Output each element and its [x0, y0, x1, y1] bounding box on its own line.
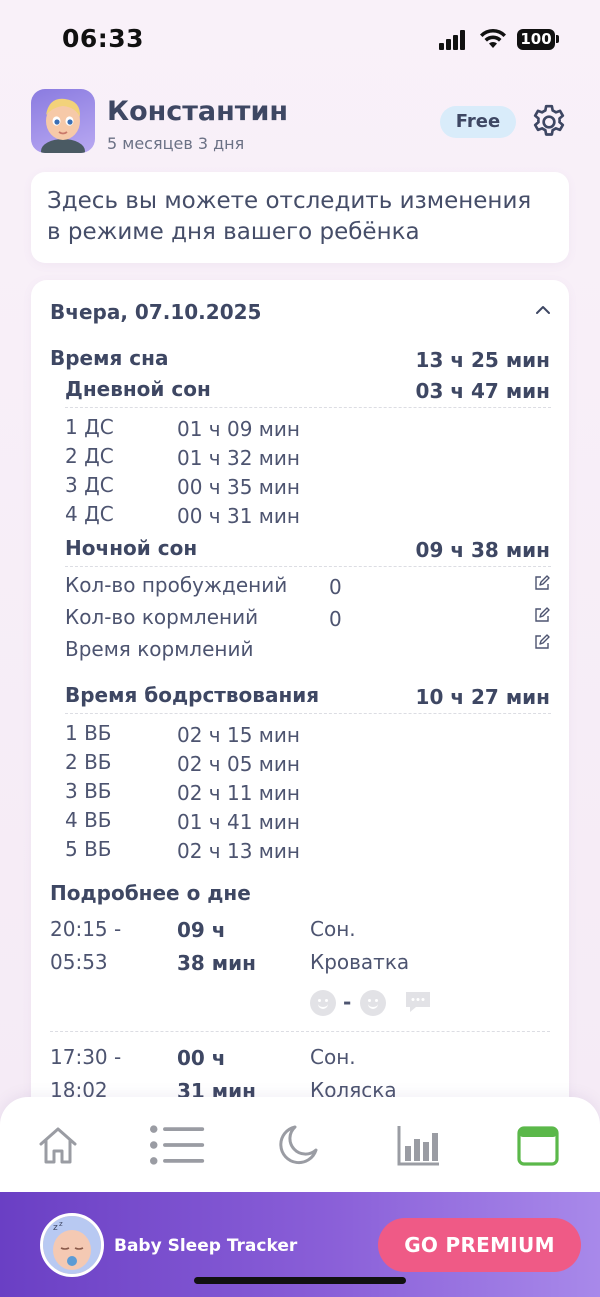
entry-type: Сон. — [310, 1045, 356, 1069]
bottom-navigation — [0, 1097, 600, 1207]
wake-item-name: 5 ВБ — [65, 837, 112, 861]
wake-item-duration: 02 ч 05 мин — [177, 752, 300, 776]
wake-item-duration: 02 ч 11 мин — [177, 781, 300, 805]
svg-text:z: z — [53, 1223, 58, 1233]
nav-stats[interactable] — [390, 1117, 446, 1173]
nav-sleep[interactable] — [270, 1117, 326, 1173]
info-card: Здесь вы можете отследить изменения в ре… — [31, 172, 569, 263]
premium-banner: z z Baby Sleep Tracker GO PREMIUM — [0, 1192, 600, 1297]
mood-separator: - — [343, 990, 352, 1014]
day-sleep-item-duration: 01 ч 32 мин — [177, 446, 300, 470]
battery-indicator: 100 — [517, 29, 555, 50]
info-text-line1: Здесь вы можете отследить изменения — [47, 188, 532, 214]
day-sleep-value: 03 ч 47 мин — [415, 379, 550, 403]
nav-calendar[interactable] — [510, 1117, 566, 1173]
mood-before-icon[interactable] — [310, 990, 336, 1016]
wake-item-name: 1 ВБ — [65, 721, 112, 745]
mood-after-icon[interactable] — [360, 990, 386, 1016]
svg-text:z: z — [59, 1220, 63, 1228]
night-sleep-label: Ночной сон — [65, 536, 198, 560]
child-age: 5 месяцев 3 дня — [107, 134, 245, 153]
wifi-icon — [480, 28, 506, 48]
wakeups-label: Кол-во пробуждений — [65, 573, 288, 597]
nav-home[interactable] — [30, 1117, 86, 1173]
wake-item-name: 2 ВБ — [65, 750, 112, 774]
entry-duration-hours: 09 ч — [177, 918, 226, 942]
chevron-up-icon[interactable] — [531, 298, 555, 322]
day-sleep-label: Дневной сон — [65, 377, 211, 401]
moon-icon — [279, 1125, 318, 1165]
day-sleep-item-name: 4 ДС — [65, 502, 114, 526]
app-logo: z z — [40, 1213, 104, 1277]
edit-icon[interactable] — [533, 606, 551, 624]
wake-time-value: 10 ч 27 мин — [415, 685, 550, 709]
entry-duration-minutes: 38 мин — [177, 951, 256, 975]
sleeping-baby-icon: z z — [43, 1216, 101, 1274]
stats-icon — [397, 1126, 439, 1166]
day-date-title[interactable]: Вчера, 07.10.2025 — [50, 300, 261, 324]
go-premium-button[interactable]: GO PREMIUM — [378, 1218, 581, 1272]
divider — [65, 566, 551, 567]
entry-type: Сон. — [310, 917, 356, 941]
day-summary-card: Вчера, 07.10.2025 Время сна 13 ч 25 мин … — [31, 280, 569, 1140]
plan-badge[interactable]: Free — [440, 106, 516, 138]
child-avatar-image — [41, 98, 85, 153]
wake-item-duration: 01 ч 41 мин — [177, 810, 300, 834]
calendar-icon — [517, 1126, 559, 1166]
sleep-time-label: Время сна — [50, 346, 169, 370]
premium-app-name: Baby Sleep Tracker — [114, 1236, 298, 1256]
wakeups-value: 0 — [329, 575, 342, 599]
child-avatar[interactable] — [31, 89, 95, 153]
entry-end-time: 05:53 — [50, 950, 108, 974]
day-sleep-item-duration: 01 ч 09 мин — [177, 417, 300, 441]
cellular-signal-icon — [439, 30, 467, 50]
night-sleep-value: 09 ч 38 мин — [415, 538, 550, 562]
list-icon — [150, 1125, 205, 1165]
comment-icon[interactable] — [404, 990, 432, 1014]
home-indicator[interactable] — [194, 1277, 406, 1284]
feedings-label: Кол-во кормлений — [65, 605, 259, 629]
gear-icon — [533, 104, 565, 136]
info-text-line2: в режиме дня вашего ребёнка — [47, 219, 420, 245]
day-sleep-item-duration: 00 ч 31 мин — [177, 504, 300, 528]
entry-place: Кроватка — [310, 950, 410, 974]
sleep-time-value: 13 ч 25 мин — [415, 348, 550, 372]
entry-duration-hours: 00 ч — [177, 1046, 226, 1070]
day-sleep-item-name: 3 ДС — [65, 473, 114, 497]
wake-item-name: 4 ВБ — [65, 808, 112, 832]
entry-start-time: 17:30 - — [50, 1045, 122, 1069]
day-sleep-item-duration: 00 ч 35 мин — [177, 475, 300, 499]
feedings-value: 0 — [329, 607, 342, 631]
day-sleep-item-name: 2 ДС — [65, 444, 114, 468]
divider — [65, 713, 551, 714]
wake-item-duration: 02 ч 13 мин — [177, 839, 300, 863]
day-sleep-item-name: 1 ДС — [65, 415, 114, 439]
feeding-time-label: Время кормлений — [65, 637, 254, 661]
settings-button[interactable] — [527, 100, 571, 144]
divider — [65, 407, 551, 408]
child-name[interactable]: Константин — [107, 96, 288, 127]
nav-list[interactable] — [150, 1117, 206, 1173]
home-icon — [39, 1127, 77, 1164]
edit-icon[interactable] — [533, 633, 551, 651]
entry-start-time: 20:15 - — [50, 917, 122, 941]
wake-time-label: Время бодрствования — [65, 683, 320, 707]
wake-item-duration: 02 ч 15 мин — [177, 723, 300, 747]
battery-tip — [556, 35, 559, 43]
divider — [50, 1031, 550, 1032]
wake-item-name: 3 ВБ — [65, 779, 112, 803]
details-title: Подробнее о дне — [50, 881, 251, 905]
edit-icon[interactable] — [533, 574, 551, 592]
status-bar: 06:33 100 — [0, 0, 600, 80]
status-time: 06:33 — [62, 24, 145, 53]
